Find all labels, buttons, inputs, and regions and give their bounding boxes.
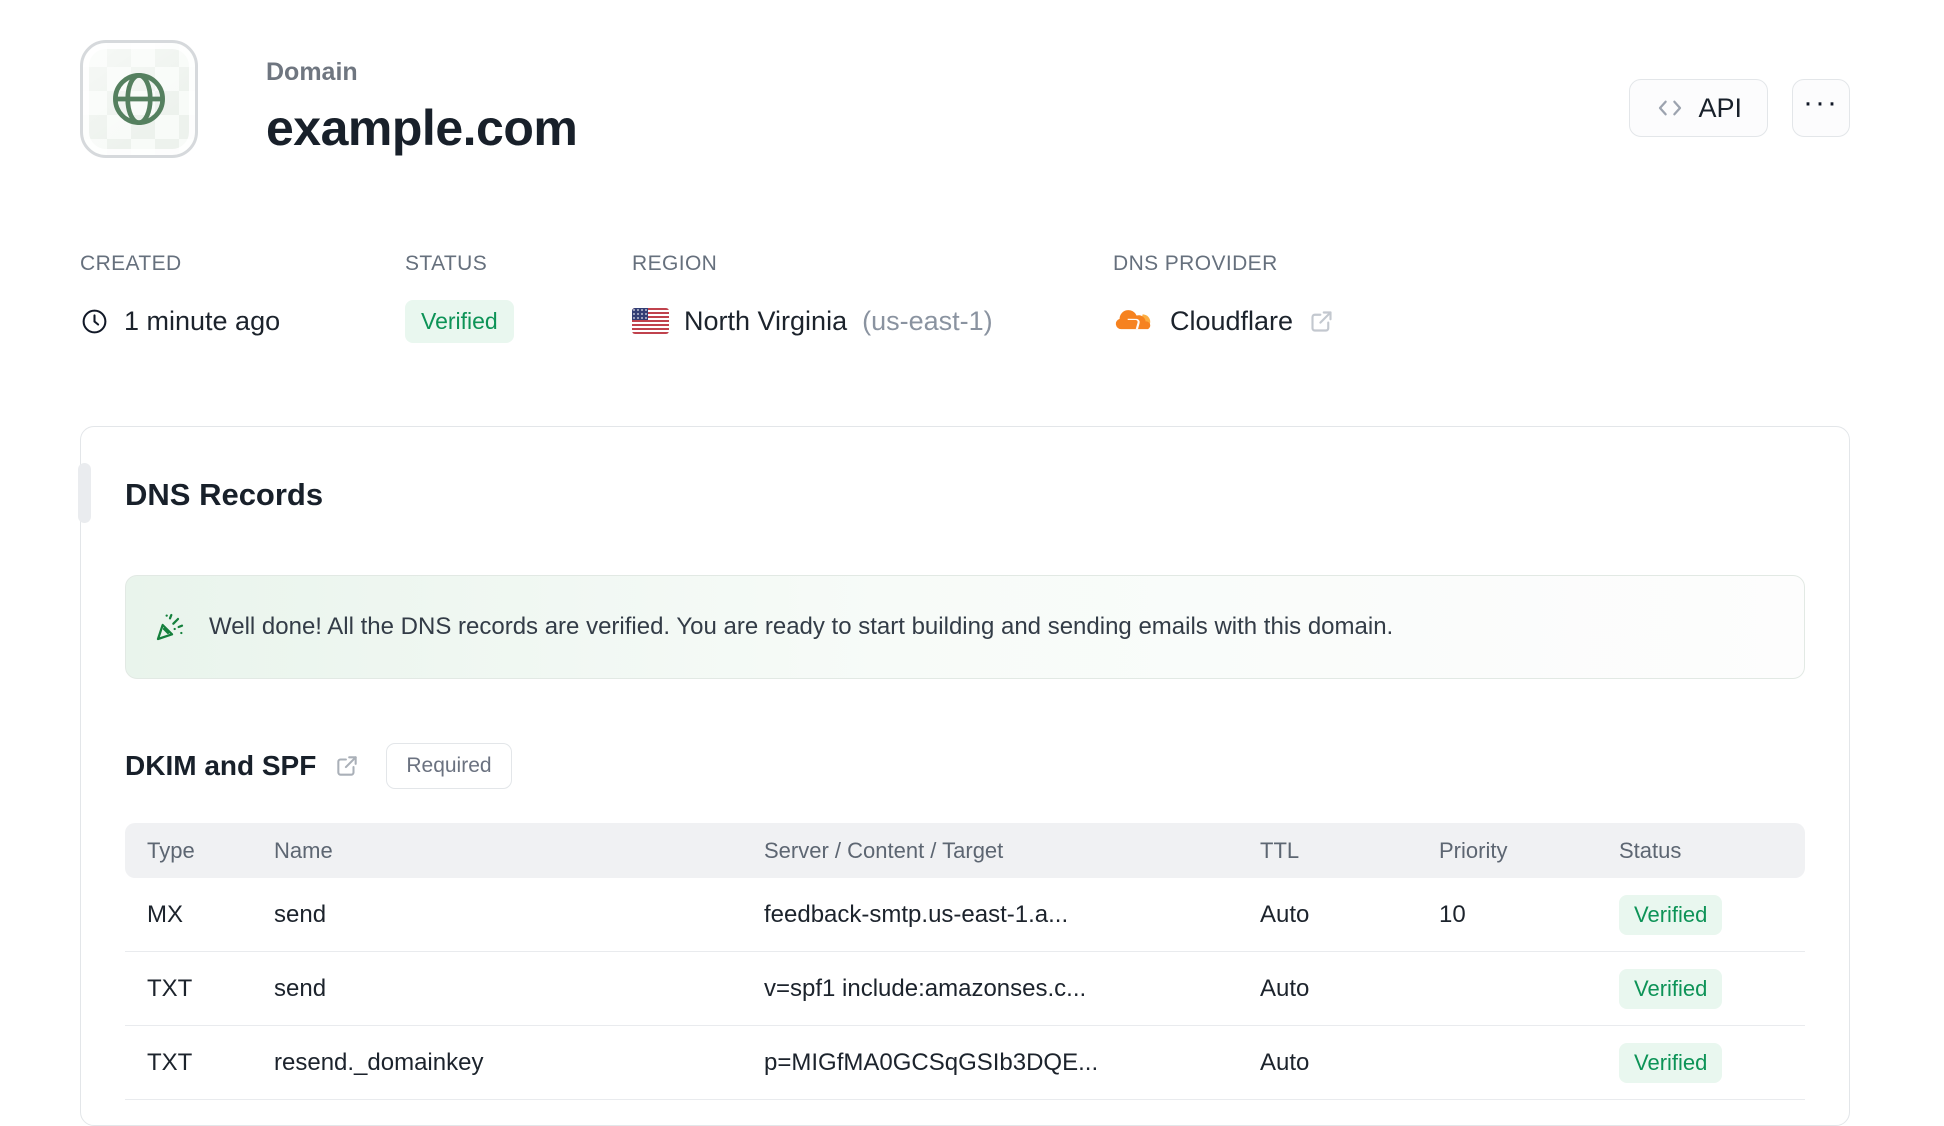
title-block: Domain example.com: [266, 40, 578, 157]
globe-icon: [106, 66, 172, 132]
dns-provider-value: Cloudflare: [1170, 305, 1294, 336]
domain-avatar: [80, 40, 198, 158]
cell-name: send: [274, 900, 327, 928]
cell-content: p=MIGfMA0GCSqGSIb3DQE...: [764, 1048, 1099, 1076]
meta-created: CREATED 1 minute ago: [80, 252, 405, 343]
cell-type: TXT: [147, 1048, 193, 1076]
region-label: REGION: [632, 252, 718, 275]
created-value: 1 minute ago: [124, 305, 281, 336]
domain-meta: CREATED 1 minute ago STATUS Verified REG…: [80, 252, 1850, 343]
party-popper-icon: [154, 611, 186, 643]
domain-page: Domain example.com API ··· CREATED 1 min…: [0, 0, 1944, 1126]
success-banner: Well done! All the DNS records are verif…: [125, 575, 1805, 679]
dns-records-card: DNS Records Well done! All the DNS recor…: [78, 426, 1850, 1126]
col-header-priority: Priority: [1439, 837, 1508, 863]
card-side-tab: [78, 463, 91, 523]
cell-name: resend._domainkey: [274, 1048, 484, 1076]
col-header-status: Status: [1619, 837, 1682, 863]
external-link-icon[interactable]: [1308, 308, 1335, 335]
cell-ttl: Auto: [1260, 974, 1310, 1002]
header-actions: API ···: [1629, 40, 1850, 137]
api-button[interactable]: API: [1629, 79, 1768, 137]
required-badge: Required: [386, 743, 512, 789]
row-status-badge: Verified: [1619, 968, 1723, 1009]
table-row: TXT resend._domainkey p=MIGfMA0GCSqGSIb3…: [125, 1026, 1805, 1100]
page-header: Domain example.com API ···: [80, 40, 1850, 158]
row-status-badge: Verified: [1619, 894, 1723, 935]
table-row: MX send feedback-smtp.us-east-1.a... Aut…: [125, 878, 1805, 952]
meta-region: REGION North Virginia (us-east-1): [632, 252, 1113, 343]
code-icon: [1655, 93, 1685, 123]
clock-icon: [80, 307, 109, 336]
table-row: TXT send v=spf1 include:amazonses.c... A…: [125, 952, 1805, 1026]
status-badge: Verified: [405, 299, 514, 343]
dns-records-title: DNS Records: [125, 477, 324, 512]
dns-records-table: Type Name Server / Content / Target TTL …: [125, 823, 1805, 1100]
meta-dns-provider: DNS PROVIDER Cloudflare: [1113, 252, 1335, 343]
meta-status: STATUS Verified: [405, 252, 632, 343]
region-code: (us-east-1): [862, 305, 993, 336]
cell-content: feedback-smtp.us-east-1.a...: [764, 900, 1069, 928]
page-eyebrow: Domain: [266, 58, 358, 86]
us-flag-icon: [632, 308, 669, 334]
ellipsis-icon: ···: [1803, 86, 1839, 119]
row-status-badge: Verified: [1619, 1042, 1723, 1083]
cell-name: send: [274, 974, 327, 1002]
banner-message: Well done! All the DNS records are verif…: [209, 613, 1394, 640]
cell-ttl: Auto: [1260, 1048, 1310, 1076]
col-header-content: Server / Content / Target: [764, 837, 1004, 863]
cloudflare-icon: [1113, 308, 1155, 334]
cell-priority: 10: [1439, 900, 1466, 928]
dkim-spf-title: DKIM and SPF: [125, 750, 317, 781]
cell-content: v=spf1 include:amazonses.c...: [764, 974, 1087, 1002]
col-header-name: Name: [274, 837, 333, 863]
status-label: STATUS: [405, 252, 488, 275]
cell-type: MX: [147, 900, 183, 928]
col-header-ttl: TTL: [1260, 837, 1300, 863]
external-link-icon[interactable]: [334, 753, 360, 779]
cell-ttl: Auto: [1260, 900, 1310, 928]
region-value: North Virginia: [684, 305, 848, 336]
created-label: CREATED: [80, 252, 182, 275]
page-title: example.com: [266, 100, 578, 156]
dns-provider-label: DNS PROVIDER: [1113, 252, 1278, 275]
table-header-row: Type Name Server / Content / Target TTL …: [125, 823, 1805, 878]
dkim-spf-section-header: DKIM and SPF Required: [125, 743, 1805, 789]
api-button-label: API: [1698, 92, 1742, 123]
cell-type: TXT: [147, 974, 193, 1002]
more-options-button[interactable]: ···: [1792, 79, 1850, 137]
col-header-type: Type: [147, 837, 195, 863]
